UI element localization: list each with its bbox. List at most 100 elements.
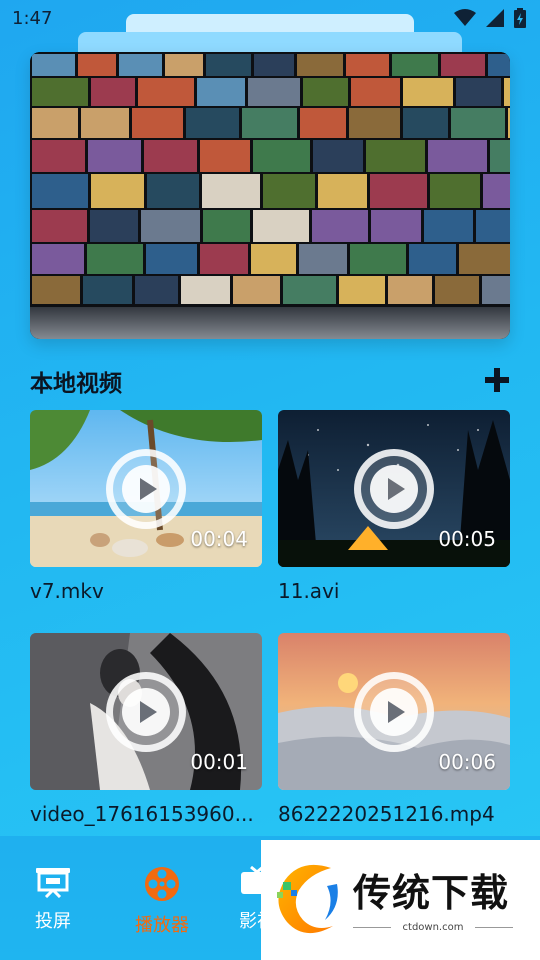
video-wall-tile <box>83 276 132 304</box>
video-wall-tile <box>206 54 251 76</box>
video-wall-tile <box>32 244 84 274</box>
video-wall-tile <box>339 276 385 304</box>
video-wall-tile <box>200 244 248 274</box>
video-wall-tile <box>451 108 505 138</box>
video-wall-tile <box>366 140 425 172</box>
video-wall-tile <box>346 54 389 76</box>
signal-icon <box>486 9 504 27</box>
video-wall-tile <box>197 78 245 106</box>
video-card[interactable]: 00:01 video_17616153960... <box>30 633 262 826</box>
video-wall-tile <box>78 54 116 76</box>
video-filename: 8622220251216.mp4 <box>278 802 495 826</box>
video-wall-tile <box>32 140 85 172</box>
projector-icon <box>36 868 70 899</box>
banner-video-wall[interactable] <box>30 52 510 339</box>
video-wall-tile <box>200 140 250 172</box>
video-wall-tile <box>202 174 260 208</box>
video-thumbnail[interactable]: 00:01 <box>30 633 262 790</box>
video-wall-tile <box>141 210 200 242</box>
video-wall-tile <box>283 276 336 304</box>
video-wall-tile <box>132 108 183 138</box>
video-wall-tile <box>349 108 400 138</box>
video-wall-tile <box>146 244 197 274</box>
video-wall-tile <box>253 140 310 172</box>
video-wall-tile <box>32 54 75 76</box>
play-icon <box>388 478 405 500</box>
play-button[interactable] <box>354 672 434 752</box>
battery-icon <box>514 8 526 28</box>
play-button[interactable] <box>106 672 186 752</box>
nav-label-cast: 投屏 <box>35 911 71 932</box>
video-wall-tile <box>90 210 138 242</box>
status-time: 1:47 <box>12 7 53 29</box>
section-title-local-videos: 本地视频 <box>30 371 122 397</box>
video-wall-tile <box>91 174 144 208</box>
video-wall-tile <box>297 54 343 76</box>
video-wall-tile <box>508 108 510 138</box>
video-wall-tile <box>81 108 129 138</box>
video-wall-tile <box>428 140 487 172</box>
video-card[interactable]: 00:04 v7.mkv <box>30 410 262 603</box>
video-duration: 00:05 <box>438 527 496 551</box>
video-wall-tile <box>32 78 88 106</box>
video-filename: v7.mkv <box>30 579 104 603</box>
video-wall-tile <box>253 210 309 242</box>
video-filename: video_17616153960... <box>30 802 254 826</box>
video-wall-tile <box>203 210 250 242</box>
video-wall-tile <box>388 276 432 304</box>
video-wall-tile <box>254 54 294 76</box>
film-reel-icon <box>145 867 179 901</box>
video-wall-tile <box>403 108 448 138</box>
video-wall-tile <box>299 244 347 274</box>
nav-label-player: 播放器 <box>135 915 189 936</box>
video-wall-tile <box>403 78 453 106</box>
video-wall-tile <box>430 174 480 208</box>
video-wall-tile <box>392 54 438 76</box>
video-duration: 00:06 <box>438 750 496 774</box>
brand-logo-icon <box>277 864 338 934</box>
video-thumbnail[interactable]: 00:06 <box>278 633 510 790</box>
video-wall-tile <box>248 78 300 106</box>
video-wall-tile <box>147 174 199 208</box>
video-wall-tile <box>138 78 194 106</box>
video-wall-tile <box>144 140 197 172</box>
video-wall-tile <box>476 210 510 242</box>
add-icon[interactable] <box>483 366 511 394</box>
wifi-icon <box>454 9 476 26</box>
video-wall-tile <box>233 276 280 304</box>
video-wall-tile <box>32 108 78 138</box>
video-wall-tile <box>504 78 510 106</box>
video-wall-tile <box>88 140 141 172</box>
video-wall-tile <box>435 276 479 304</box>
video-wall-tile <box>186 108 239 138</box>
video-filename: 11.avi <box>278 579 340 603</box>
video-wall-tile <box>165 54 203 76</box>
video-wall-tile <box>313 140 363 172</box>
video-wall-tile <box>312 210 368 242</box>
video-thumbnail[interactable]: 00:05 <box>278 410 510 567</box>
video-wall-tile <box>87 244 143 274</box>
video-wall-tile <box>424 210 473 242</box>
video-duration: 00:01 <box>190 750 248 774</box>
nav-item-cast[interactable]: 投屏 <box>8 866 98 933</box>
video-wall-tile <box>409 244 456 274</box>
play-button[interactable] <box>106 449 186 529</box>
video-card[interactable]: 00:05 11.avi <box>278 410 510 603</box>
video-card[interactable]: 00:06 8622220251216.mp4 <box>278 633 510 826</box>
play-button[interactable] <box>354 449 434 529</box>
video-wall-tile <box>371 210 421 242</box>
video-wall-tile <box>441 54 485 76</box>
status-icons <box>454 8 526 28</box>
nav-item-player[interactable]: 播放器 <box>117 866 207 937</box>
watermark-brand-text: 传统下载 <box>353 871 510 915</box>
play-icon <box>140 701 157 723</box>
video-wall-tile <box>351 78 400 106</box>
video-wall-tile <box>350 244 406 274</box>
video-wall-tile <box>456 78 501 106</box>
video-wall-tile <box>135 276 178 304</box>
video-wall-tile <box>483 174 510 208</box>
video-wall-tile <box>242 108 297 138</box>
video-wall-tile <box>482 276 510 304</box>
video-thumbnail[interactable]: 00:04 <box>30 410 262 567</box>
video-wall-tile <box>459 244 510 274</box>
